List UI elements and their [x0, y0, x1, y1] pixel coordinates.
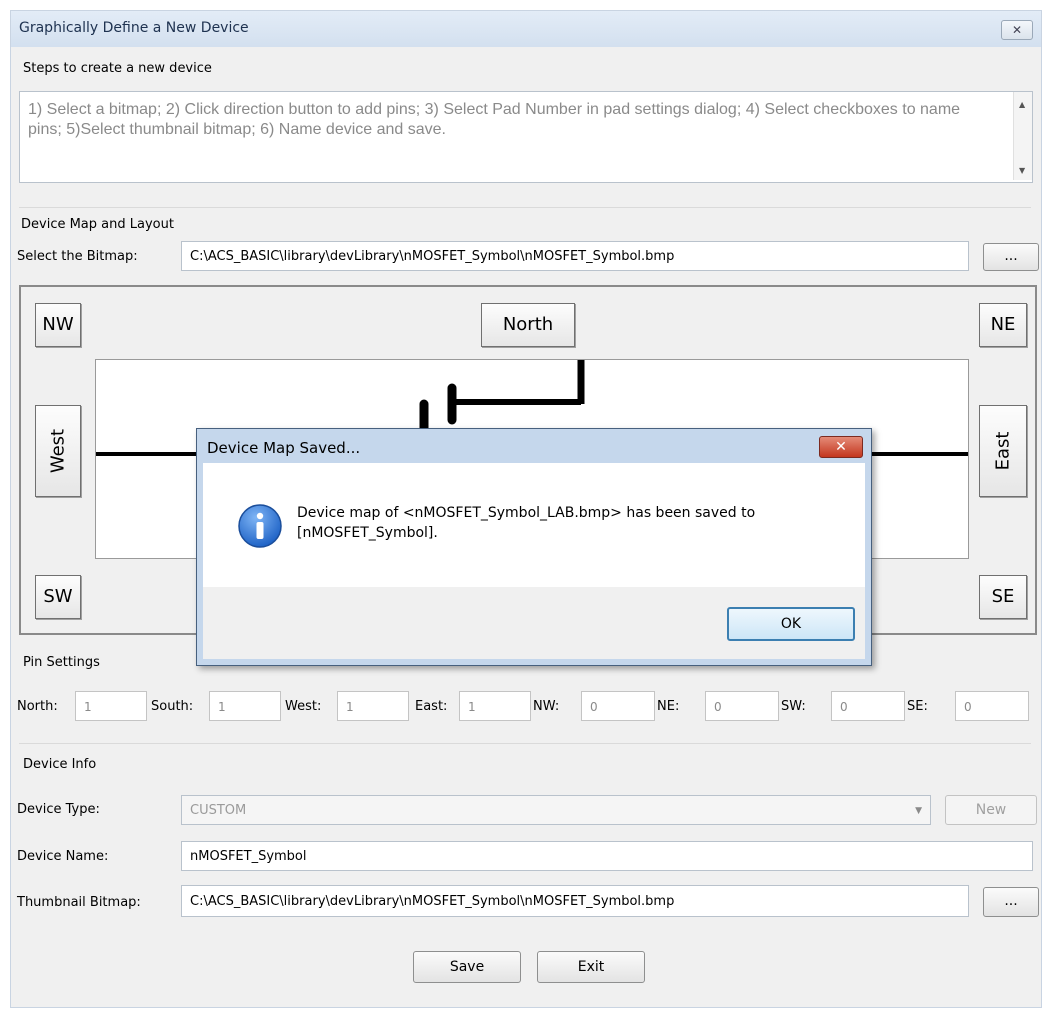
pin-se-field[interactable]: 0 — [955, 691, 1029, 721]
pin-ne-field[interactable]: 0 — [705, 691, 779, 721]
pin-se-label: SE: — [907, 699, 928, 714]
map-heading: Device Map and Layout — [21, 217, 174, 232]
divider — [19, 743, 1031, 744]
steps-textarea[interactable]: 1) Select a bitmap; 2) Click direction b… — [19, 91, 1033, 183]
thumbnail-path-input[interactable]: C:\ACS_BASIC\library\devLibrary\nMOSFET_… — [181, 885, 969, 917]
window-close-button[interactable]: ✕ — [1001, 20, 1033, 40]
nw-button[interactable]: NW — [35, 303, 81, 347]
pin-west-label: West: — [285, 699, 322, 714]
save-button[interactable]: Save — [413, 951, 521, 983]
dialog-close-button[interactable]: ✕ — [819, 436, 863, 458]
thumbnail-label: Thumbnail Bitmap: — [17, 895, 141, 910]
pin-nw-label: NW: — [533, 699, 560, 714]
chevron-down-icon[interactable]: ▼ — [915, 796, 922, 824]
new-type-button[interactable]: New — [945, 795, 1037, 825]
pin-nw-field[interactable]: 0 — [581, 691, 655, 721]
dialog-title: Device Map Saved... — [207, 439, 361, 457]
bitmap-path-input[interactable]: C:\ACS_BASIC\library\devLibrary\nMOSFET_… — [181, 241, 969, 271]
pin-east-label: East: — [415, 699, 448, 714]
device-name-label: Device Name: — [17, 849, 109, 864]
divider — [19, 207, 1031, 208]
device-map-saved-dialog: Device Map Saved... ✕ Device map of <nMO… — [196, 428, 872, 666]
scroll-down-icon[interactable]: ▼ — [1019, 166, 1025, 175]
pin-north-label: North: — [17, 699, 58, 714]
pin-sw-label: SW: — [781, 699, 806, 714]
select-bitmap-label: Select the Bitmap: — [17, 249, 138, 264]
device-type-select[interactable]: CUSTOM ▼ — [181, 795, 931, 825]
pin-settings-heading: Pin Settings — [23, 655, 100, 670]
pin-north-field[interactable]: 1 — [75, 691, 147, 721]
east-label: East — [992, 431, 1014, 471]
pin-east-field[interactable]: 1 — [459, 691, 531, 721]
pin-south-field[interactable]: 1 — [209, 691, 281, 721]
sw-button[interactable]: SW — [35, 575, 81, 619]
dialog-message-line2: [nMOSFET_Symbol]. — [297, 525, 438, 541]
info-icon — [238, 504, 282, 548]
scroll-up-icon[interactable]: ▲ — [1019, 100, 1025, 109]
se-button[interactable]: SE — [979, 575, 1027, 619]
west-label: West — [47, 428, 69, 474]
device-type-value: CUSTOM — [190, 803, 247, 818]
north-button[interactable]: North — [481, 303, 575, 347]
pin-west-field[interactable]: 1 — [337, 691, 409, 721]
ok-button[interactable]: OK — [727, 607, 855, 641]
device-type-label: Device Type: — [17, 802, 100, 817]
device-name-input[interactable]: nMOSFET_Symbol — [181, 841, 1033, 871]
pin-south-label: South: — [151, 699, 194, 714]
close-icon: ✕ — [835, 439, 847, 455]
dialog-message-line1: Device map of <nMOSFET_Symbol_LAB.bmp> h… — [297, 505, 756, 521]
close-icon: ✕ — [1011, 23, 1023, 37]
device-info-heading: Device Info — [23, 757, 97, 772]
browse-bitmap-button[interactable]: ... — [983, 243, 1039, 271]
east-button[interactable]: East — [979, 405, 1027, 497]
pin-sw-field[interactable]: 0 — [831, 691, 905, 721]
browse-thumbnail-button[interactable]: ... — [983, 887, 1039, 917]
exit-button[interactable]: Exit — [537, 951, 645, 983]
pin-ne-label: NE: — [657, 699, 680, 714]
steps-heading: Steps to create a new device — [23, 61, 212, 76]
window-title: Graphically Define a New Device — [19, 20, 249, 36]
title-bar: Graphically Define a New Device ✕ — [11, 11, 1041, 47]
steps-text: 1) Select a bitmap; 2) Click direction b… — [28, 101, 961, 138]
ne-button[interactable]: NE — [979, 303, 1027, 347]
dialog-body: Device map of <nMOSFET_Symbol_LAB.bmp> h… — [203, 463, 865, 659]
steps-scrollbar[interactable]: ▲ ▼ — [1013, 92, 1032, 180]
dialog-message: Device map of <nMOSFET_Symbol_LAB.bmp> h… — [297, 503, 755, 543]
west-button[interactable]: West — [35, 405, 81, 497]
dialog-footer: OK — [203, 587, 865, 659]
